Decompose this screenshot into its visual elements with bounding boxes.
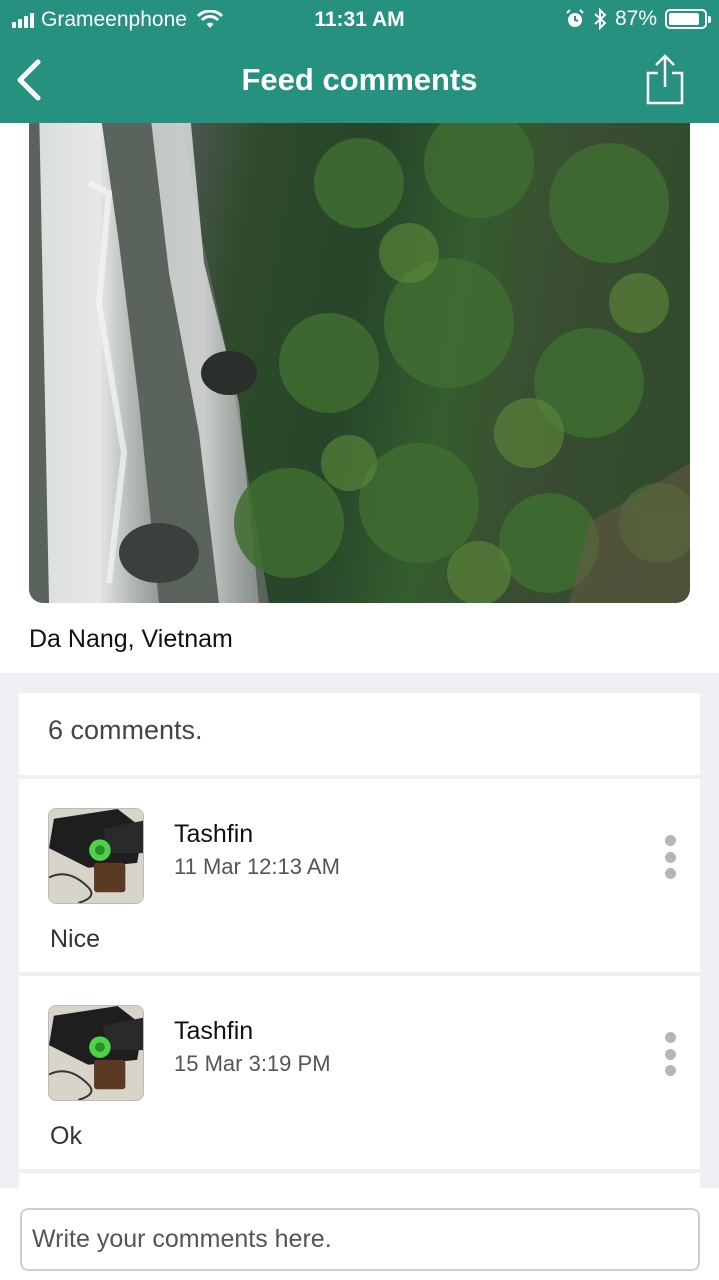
avatar[interactable] xyxy=(48,808,144,904)
alarm-icon xyxy=(566,9,584,27)
battery-icon xyxy=(665,9,711,29)
comment-item xyxy=(19,1173,700,1188)
comment-item: Tashfin 11 Mar 12:13 AM Nice xyxy=(19,779,700,972)
post-location: Da Nang, Vietnam xyxy=(29,625,233,653)
nav-bar: Feed comments xyxy=(0,38,719,123)
avatar[interactable] xyxy=(48,1005,144,1101)
feed-content[interactable]: Da Nang, Vietnam 6 comments. Tashfin 11 … xyxy=(0,123,719,1188)
comment-author: Tashfin xyxy=(174,820,254,848)
comment-input-bar xyxy=(0,1188,719,1280)
battery-percent: 87% xyxy=(614,7,657,30)
comment-author: Tashfin xyxy=(174,1017,254,1045)
status-bar: Grameenphone 11:31 AM 87% xyxy=(0,0,719,38)
more-options-icon[interactable] xyxy=(659,835,681,879)
share-icon[interactable] xyxy=(645,53,685,105)
comment-text: Nice xyxy=(50,925,101,953)
comments-count: 6 comments. xyxy=(48,715,203,745)
comment-timestamp: 11 Mar 12:13 AM xyxy=(174,854,340,879)
comment-text: Ok xyxy=(50,1122,82,1150)
comment-input[interactable] xyxy=(20,1208,700,1271)
comment-timestamp: 15 Mar 3:19 PM xyxy=(174,1051,331,1076)
comments-count-header: 6 comments. xyxy=(19,693,700,775)
more-options-icon[interactable] xyxy=(659,1032,681,1076)
post-card: Da Nang, Vietnam xyxy=(0,123,719,673)
comment-item: Tashfin 15 Mar 3:19 PM Ok xyxy=(19,976,700,1169)
page-title: Feed comments xyxy=(241,62,478,97)
bluetooth-icon xyxy=(594,8,607,30)
waterfall-photo[interactable] xyxy=(29,123,690,603)
